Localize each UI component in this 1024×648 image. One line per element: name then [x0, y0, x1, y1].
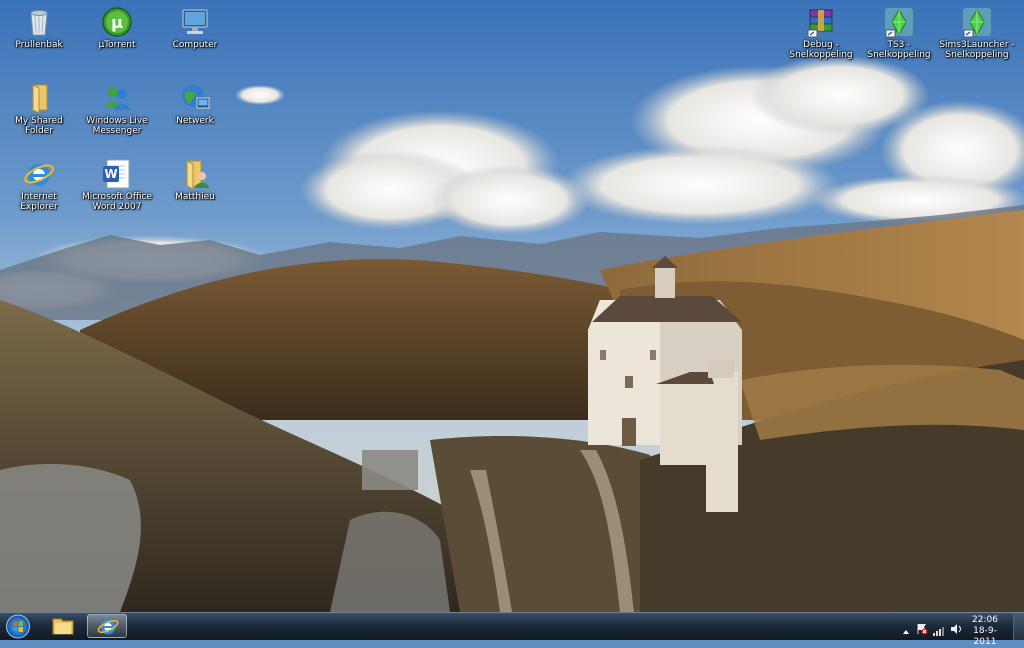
- recycle-bin-icon: [23, 6, 55, 38]
- desktop-icon-label: Matthieu: [175, 192, 215, 202]
- desktop-icon-computer[interactable]: Computer: [157, 6, 233, 50]
- folder-icon: [23, 82, 55, 114]
- folder-icon: [52, 618, 74, 635]
- desktop-icon-label: Prullenbak: [15, 40, 63, 50]
- sims-plumbob-icon: [883, 6, 915, 38]
- computer-icon: [179, 6, 211, 38]
- desktop-icon-label: Internet Explorer: [20, 192, 58, 212]
- taskbar-button-internet-explorer[interactable]: [87, 614, 127, 638]
- desktop-icon-word-2007[interactable]: W Microsoft Office Word 2007: [79, 158, 155, 212]
- word-icon: W: [101, 158, 133, 190]
- desktop-icon-label: Computer: [172, 40, 218, 50]
- desktop-icon-matthieu[interactable]: Matthieu: [157, 158, 233, 202]
- desktop-icon-debug-shortcut[interactable]: Debug - Snelkoppeling: [783, 6, 859, 60]
- clock-date: 18-9-2011: [973, 626, 997, 647]
- show-desktop-button[interactable]: [1013, 613, 1024, 640]
- desktop-icon-label: Sims3Launcher - Snelkoppeling: [939, 40, 1015, 60]
- taskbar-button-explorer[interactable]: [43, 614, 83, 638]
- desktop-icon-recycle-bin[interactable]: Prullenbak: [1, 6, 77, 50]
- desktop-icon-ts3-shortcut[interactable]: TS3 - Snelkoppeling: [861, 6, 937, 60]
- network-icon: [179, 82, 211, 114]
- speaker-icon[interactable]: [950, 620, 962, 639]
- desktop-icon-label: Debug - Snelkoppeling: [789, 40, 853, 60]
- desktop-icon-sims3launcher-shortcut[interactable]: Sims3Launcher - Snelkoppeling: [939, 6, 1015, 60]
- desktop-icon-internet-explorer[interactable]: Internet Explorer: [1, 158, 77, 212]
- start-button[interactable]: [3, 614, 33, 639]
- clock-time: 22:06: [972, 615, 998, 625]
- winrar-icon: [805, 6, 837, 38]
- signal-bars-icon[interactable]: [933, 621, 945, 640]
- user-folder-icon: [179, 158, 211, 190]
- desktop-icon-label: Windows Live Messenger: [86, 116, 148, 136]
- action-center-flag-icon[interactable]: [916, 620, 928, 639]
- desktop-icon-label: Netwerk: [176, 116, 214, 126]
- sims-plumbob-icon: [961, 6, 993, 38]
- tray-up-arrow-icon[interactable]: [902, 621, 910, 640]
- desktop-icon-my-shared-folder[interactable]: My Shared Folder: [1, 82, 77, 136]
- desktop-icon-utorrent[interactable]: µ µTorrent: [79, 6, 155, 50]
- desktop-icon-label: My Shared Folder: [15, 116, 63, 136]
- start-orb-icon: [6, 614, 30, 639]
- desktop-icon-label: Microsoft Office Word 2007: [81, 192, 153, 212]
- utorrent-icon: µ: [101, 6, 133, 38]
- desktop-icon-label: µTorrent: [98, 40, 136, 50]
- svg-text:W: W: [104, 167, 117, 181]
- taskbar: 22:06 18-9-2011: [0, 612, 1024, 647]
- desktop-icon-windows-live-messenger[interactable]: Windows Live Messenger: [79, 82, 155, 136]
- internet-explorer-icon: [97, 619, 119, 635]
- desktop-icon-network[interactable]: Netwerk: [157, 82, 233, 126]
- desktop-icon-label: TS3 - Snelkoppeling: [867, 40, 931, 60]
- messenger-icon: [101, 82, 133, 114]
- taskbar-clock[interactable]: 22:06 18-9-2011: [962, 615, 1008, 648]
- internet-explorer-icon: [23, 158, 55, 190]
- svg-text:µ: µ: [111, 13, 123, 32]
